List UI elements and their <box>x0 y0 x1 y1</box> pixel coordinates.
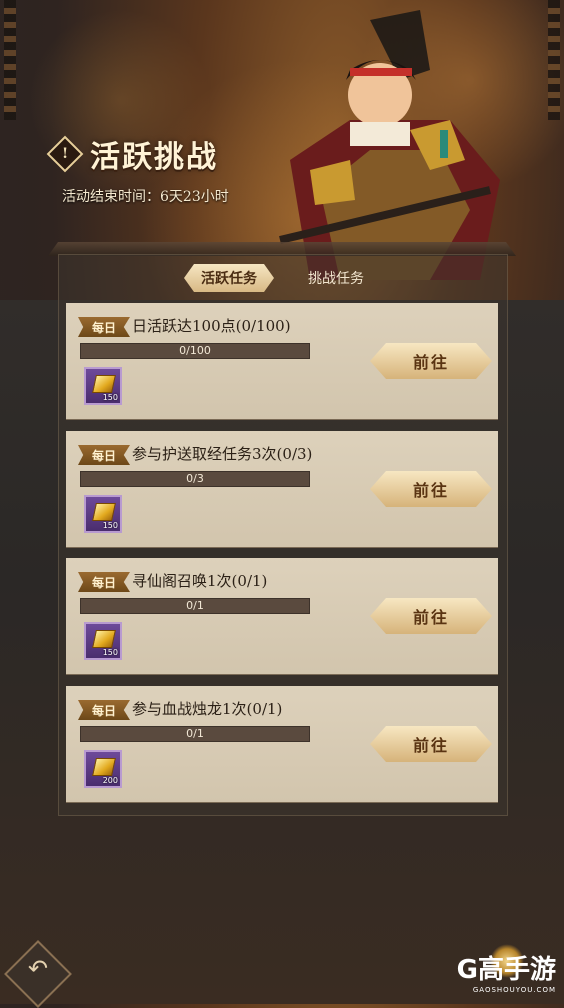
task-description: 寻仙阁召唤1次(0/1) <box>132 572 268 590</box>
reward-count: 150 <box>102 393 118 402</box>
task-description: 参与护送取经任务3次(0/3) <box>132 445 313 463</box>
exclamation-icon: ! <box>46 135 84 173</box>
gold-ingot-icon <box>92 503 116 521</box>
task-description: 日活跃达100点(0/100) <box>132 317 291 335</box>
task-description: 参与血战烛龙1次(0/1) <box>132 700 283 718</box>
chain-decoration-left <box>4 0 16 120</box>
page-title: 活跃挑战 <box>90 140 218 175</box>
task-progress-bar: 0/3 <box>80 471 310 487</box>
progress-text: 0/3 <box>186 472 204 485</box>
chain-decoration-right <box>548 0 560 120</box>
task-progress-bar: 0/100 <box>80 343 310 359</box>
task-card: 每日 日活跃达100点(0/100) 0/100 150 前往 <box>66 303 498 419</box>
tab-challenge-tasks[interactable]: 挑战任务 <box>296 264 376 292</box>
task-progress-bar: 0/1 <box>80 726 310 742</box>
reward-item[interactable]: 150 <box>84 367 122 405</box>
goto-button[interactable]: 前往 <box>370 726 492 762</box>
goto-button[interactable]: 前往 <box>370 471 492 507</box>
reward-count: 150 <box>102 521 118 530</box>
task-card: 每日 寻仙阁召唤1次(0/1) 0/1 150 前往 <box>66 558 498 674</box>
watermark-url: GAOSHOUYOU.COM <box>472 986 556 994</box>
progress-text: 0/1 <box>186 727 204 740</box>
event-end-time: 活动结束时间：6天23小时 <box>62 189 229 205</box>
hero-character-illustration <box>279 10 500 280</box>
watermark-logo: G高手游 <box>456 955 556 985</box>
goto-button[interactable]: 前往 <box>370 598 492 634</box>
reward-item[interactable]: 150 <box>84 495 122 533</box>
reward-count: 200 <box>102 776 118 785</box>
daily-badge: 每日 <box>78 445 130 465</box>
daily-badge: 每日 <box>78 700 130 720</box>
reward-count: 150 <box>102 648 118 657</box>
site-watermark: G高手游 GAOSHOUYOU.COM <box>457 949 556 994</box>
reward-item[interactable]: 200 <box>84 750 122 788</box>
tab-bar: 活跃任务 挑战任务 <box>184 262 384 294</box>
tab-active-tasks[interactable]: 活跃任务 <box>184 264 274 292</box>
goto-button[interactable]: 前往 <box>370 343 492 379</box>
task-card: 每日 参与血战烛龙1次(0/1) 0/1 200 前往 <box>66 686 498 802</box>
progress-text: 0/100 <box>179 344 211 357</box>
daily-badge: 每日 <box>78 572 130 592</box>
task-card: 每日 参与护送取经任务3次(0/3) 0/3 150 前往 <box>66 431 498 547</box>
task-progress-bar: 0/1 <box>80 598 310 614</box>
page-title-group: ! 活跃挑战 <box>46 132 218 176</box>
gold-ingot-icon <box>92 758 116 776</box>
gold-ingot-icon <box>92 375 116 393</box>
progress-text: 0/1 <box>186 599 204 612</box>
reward-item[interactable]: 150 <box>84 622 122 660</box>
daily-badge: 每日 <box>78 317 130 337</box>
gold-ingot-icon <box>92 630 116 648</box>
